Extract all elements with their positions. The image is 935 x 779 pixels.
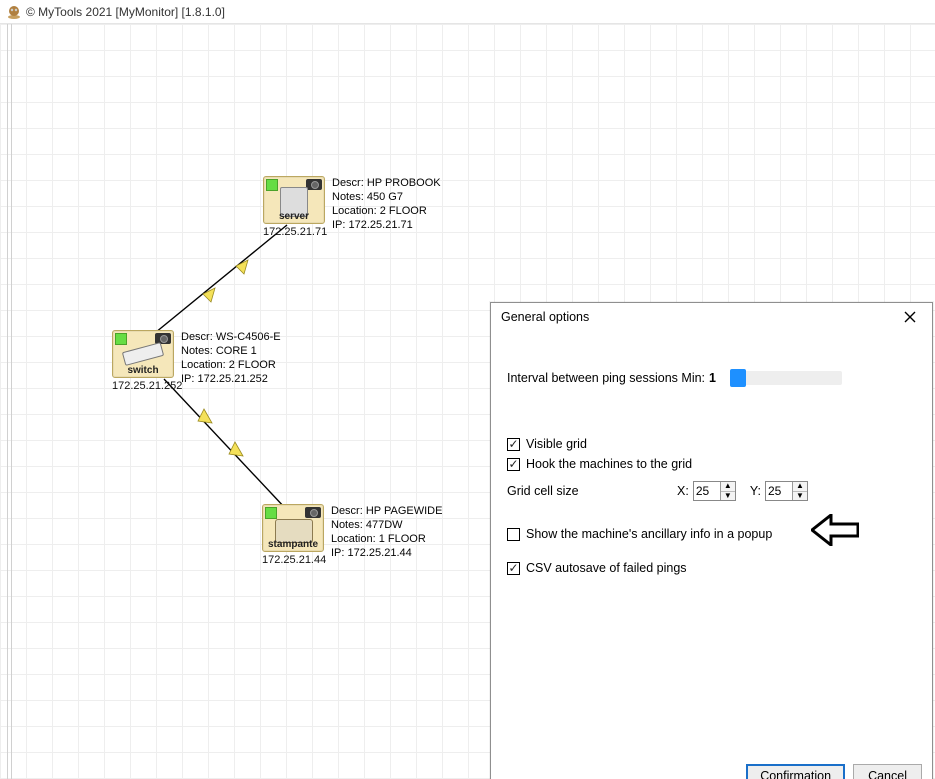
spin-up-icon[interactable]: ▲ [793, 482, 807, 491]
app-icon [6, 4, 22, 20]
csv-row: CSV autosave of failed pings [507, 561, 916, 575]
info-ip: IP: 172.25.21.252 [181, 372, 281, 386]
interval-row: Interval between ping sessions Min: 1 [507, 371, 916, 385]
popup-checkbox[interactable] [507, 528, 520, 541]
visible-grid-checkbox[interactable] [507, 438, 520, 451]
hook-grid-row: Hook the machines to the grid [507, 457, 916, 471]
node-type-label: stampante [263, 539, 323, 550]
visible-grid-label: Visible grid [526, 437, 587, 451]
spin-up-icon[interactable]: ▲ [721, 482, 735, 491]
spin-down-icon[interactable]: ▼ [721, 491, 735, 500]
dialog-footer: Confirmation Cancel [491, 759, 932, 779]
info-location: Location: 2 FLOOR [181, 358, 281, 372]
confirmation-button[interactable]: Confirmation [746, 764, 845, 779]
grid-y-spinner[interactable]: ▲▼ [765, 481, 808, 501]
info-notes: Notes: 450 G7 [332, 190, 441, 204]
canvas[interactable]: server 172.25.21.71 Descr: HP PROBOOK No… [0, 24, 935, 779]
info-descr: Descr: HP PROBOOK [332, 176, 441, 190]
node-icon: switch [112, 330, 174, 378]
popup-row: Show the machine's ancillary info in a p… [507, 527, 916, 541]
grid-x-input[interactable] [694, 484, 720, 498]
csv-label: CSV autosave of failed pings [526, 561, 687, 575]
dialog-titlebar[interactable]: General options [491, 303, 932, 331]
info-notes: Notes: CORE 1 [181, 344, 281, 358]
node-type-label: switch [113, 365, 173, 376]
info-location: Location: 2 FLOOR [332, 204, 441, 218]
info-ip: IP: 172.25.21.71 [332, 218, 441, 232]
visible-grid-row: Visible grid [507, 437, 916, 451]
margin-line [7, 24, 8, 779]
node-ip: 172.25.21.44 [262, 554, 326, 566]
app-title: © MyTools 2021 [MyMonitor] [1.8.1.0] [26, 5, 225, 19]
popup-label: Show the machine's ancillary info in a p… [526, 527, 772, 541]
info-location: Location: 1 FLOOR [331, 532, 442, 546]
hook-grid-label: Hook the machines to the grid [526, 457, 692, 471]
dialog-title: General options [501, 310, 589, 324]
titlebar: © MyTools 2021 [MyMonitor] [1.8.1.0] [0, 0, 935, 24]
camera-icon [306, 179, 322, 190]
dialog-body: Interval between ping sessions Min: 1 Vi… [491, 331, 932, 759]
node-ip: 172.25.21.252 [112, 380, 182, 392]
camera-icon [305, 507, 321, 518]
y-label: Y: [750, 484, 761, 498]
status-led-icon [265, 507, 277, 519]
node-icon: stampante [262, 504, 324, 552]
x-label: X: [677, 484, 689, 498]
node-type-label: server [264, 211, 324, 222]
info-ip: IP: 172.25.21.44 [331, 546, 442, 560]
info-descr: Descr: WS-C4506-E [181, 330, 281, 344]
cancel-button[interactable]: Cancel [853, 764, 922, 779]
node-server-info: Descr: HP PROBOOK Notes: 450 G7 Location… [332, 176, 441, 232]
grid-x-spinner[interactable]: ▲▼ [693, 481, 736, 501]
node-server[interactable]: server 172.25.21.71 [263, 176, 327, 238]
info-notes: Notes: 477DW [331, 518, 442, 532]
node-ip: 172.25.21.71 [263, 226, 327, 238]
node-switch[interactable]: switch 172.25.21.252 [112, 330, 182, 392]
close-icon [904, 311, 916, 323]
interval-slider[interactable] [730, 371, 842, 385]
node-icon: server [263, 176, 325, 224]
grid-size-label: Grid cell size [507, 484, 677, 498]
grid-size-row: Grid cell size X: ▲▼ Y: ▲▼ [507, 481, 916, 501]
grid-y-input[interactable] [766, 484, 792, 498]
node-printer-info: Descr: HP PAGEWIDE Notes: 477DW Location… [331, 504, 442, 560]
info-descr: Descr: HP PAGEWIDE [331, 504, 442, 518]
hook-grid-checkbox[interactable] [507, 458, 520, 471]
node-switch-info: Descr: WS-C4506-E Notes: CORE 1 Location… [181, 330, 281, 386]
csv-checkbox[interactable] [507, 562, 520, 575]
interval-value: 1 [709, 371, 716, 385]
interval-label: Interval between ping sessions Min: [507, 371, 705, 385]
status-led-icon [115, 333, 127, 345]
slider-thumb[interactable] [730, 369, 746, 387]
margin-line [11, 24, 12, 779]
close-button[interactable] [898, 305, 922, 329]
node-printer[interactable]: stampante 172.25.21.44 [262, 504, 326, 566]
spin-down-icon[interactable]: ▼ [793, 491, 807, 500]
status-led-icon [266, 179, 278, 191]
switch-icon [122, 342, 164, 366]
general-options-dialog: General options Interval between ping se… [490, 302, 933, 779]
